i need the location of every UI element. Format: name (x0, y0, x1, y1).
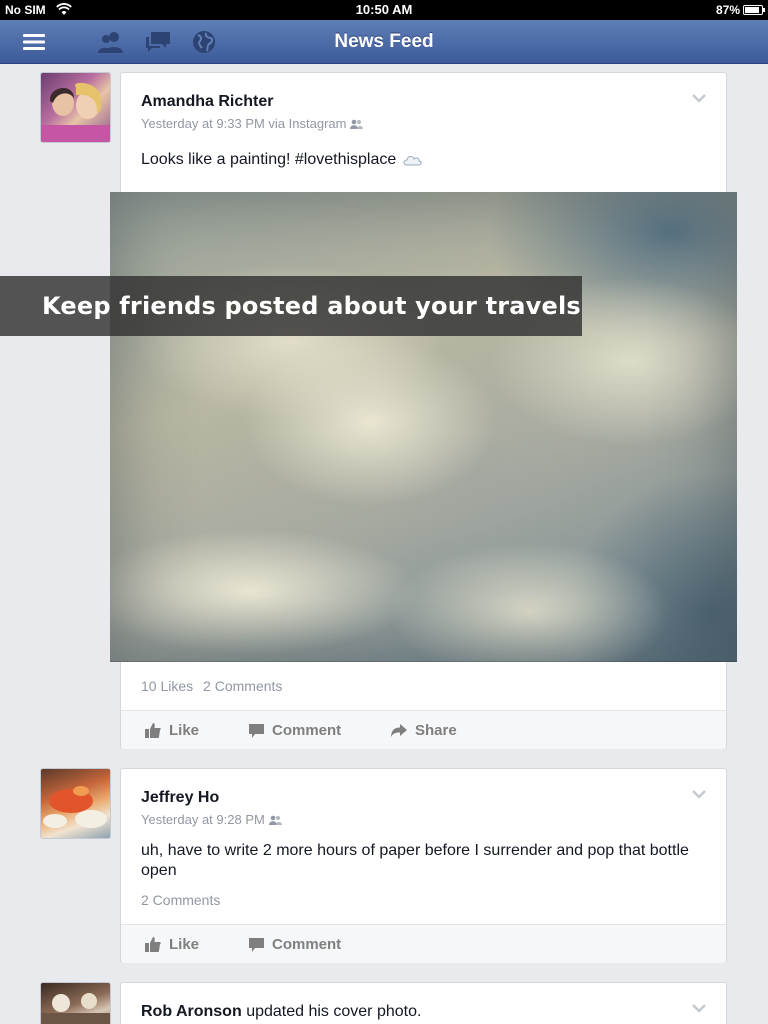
comment-label: Comment (272, 936, 342, 953)
thumbs-up-icon (145, 937, 161, 952)
likes-count[interactable]: 10 Likes (141, 678, 193, 694)
post-story: Rob Aronson updated his cover photo. (141, 1003, 421, 1021)
clock: 10:50 AM (355, 2, 413, 17)
post-photo-clouds[interactable] (110, 192, 737, 662)
comment-label: Comment (272, 722, 342, 739)
post-timestamp[interactable]: Yesterday at 9:28 PM (141, 812, 265, 827)
battery-percentage: 87% (715, 3, 740, 17)
thumbs-up-icon (145, 723, 161, 738)
comment-button[interactable]: Comment (249, 711, 341, 750)
share-arrow-icon (391, 724, 407, 737)
post-timestamp[interactable]: Yesterday at 9:33 PM via Instagram (141, 116, 346, 131)
post-text-content: Looks like a painting! #lovethisplace (141, 151, 397, 168)
post-meta: Yesterday at 9:28 PM (141, 812, 282, 827)
like-button[interactable]: Like (145, 925, 199, 964)
post-counts: 10 Likes 2 Comments (141, 678, 282, 694)
avatar-amandha-richter[interactable] (40, 72, 111, 143)
navigation-bar: News Feed (0, 20, 768, 64)
avatar-rob-aronson[interactable] (40, 982, 111, 1024)
post-text: Looks like a painting! #lovethisplace (141, 150, 422, 170)
post-counts: 2 Comments (141, 892, 220, 908)
avatar-jeffrey-ho[interactable] (40, 768, 111, 839)
friends-audience-icon[interactable] (268, 815, 282, 825)
like-label: Like (169, 936, 200, 953)
chevron-down-icon[interactable] (692, 1003, 706, 1013)
chevron-down-icon[interactable] (692, 789, 706, 799)
status-bar: No SIM 10:50 AM 87% (0, 0, 768, 20)
comment-bubble-icon (249, 937, 264, 952)
cloud-emoji-icon (403, 156, 422, 166)
post-author[interactable]: Amandha Richter (141, 93, 273, 111)
like-button[interactable]: Like (145, 711, 199, 750)
post-card: Rob Aronson updated his cover photo. (120, 982, 727, 1024)
share-label: Share (415, 722, 457, 739)
post-author[interactable]: Rob Aronson (141, 1003, 242, 1020)
post-story-text: updated his cover photo. (246, 1003, 422, 1020)
post-actions: Like Comment (121, 924, 726, 963)
post-meta: Yesterday at 9:33 PM via Instagram (141, 116, 364, 131)
share-button[interactable]: Share (391, 711, 457, 750)
chevron-down-icon[interactable] (692, 93, 706, 103)
comments-count[interactable]: 2 Comments (141, 892, 220, 908)
comment-button[interactable]: Comment (249, 925, 341, 964)
post-actions: Like Comment Share (121, 710, 726, 749)
page-title: News Feed (334, 31, 434, 52)
promo-caption-banner: Keep friends posted about your travels (0, 276, 582, 336)
like-label: Like (169, 722, 200, 739)
post-text: uh, have to write 2 more hours of paper … (141, 842, 689, 879)
comments-count[interactable]: 2 Comments (203, 678, 282, 694)
comment-bubble-icon (249, 723, 264, 738)
promo-caption-text: Keep friends posted about your travels (42, 292, 581, 320)
battery-icon (743, 5, 765, 15)
friends-audience-icon[interactable] (350, 119, 364, 129)
post-author[interactable]: Jeffrey Ho (141, 789, 219, 807)
post-card: Jeffrey Ho Yesterday at 9:28 PM uh, have… (120, 768, 727, 963)
